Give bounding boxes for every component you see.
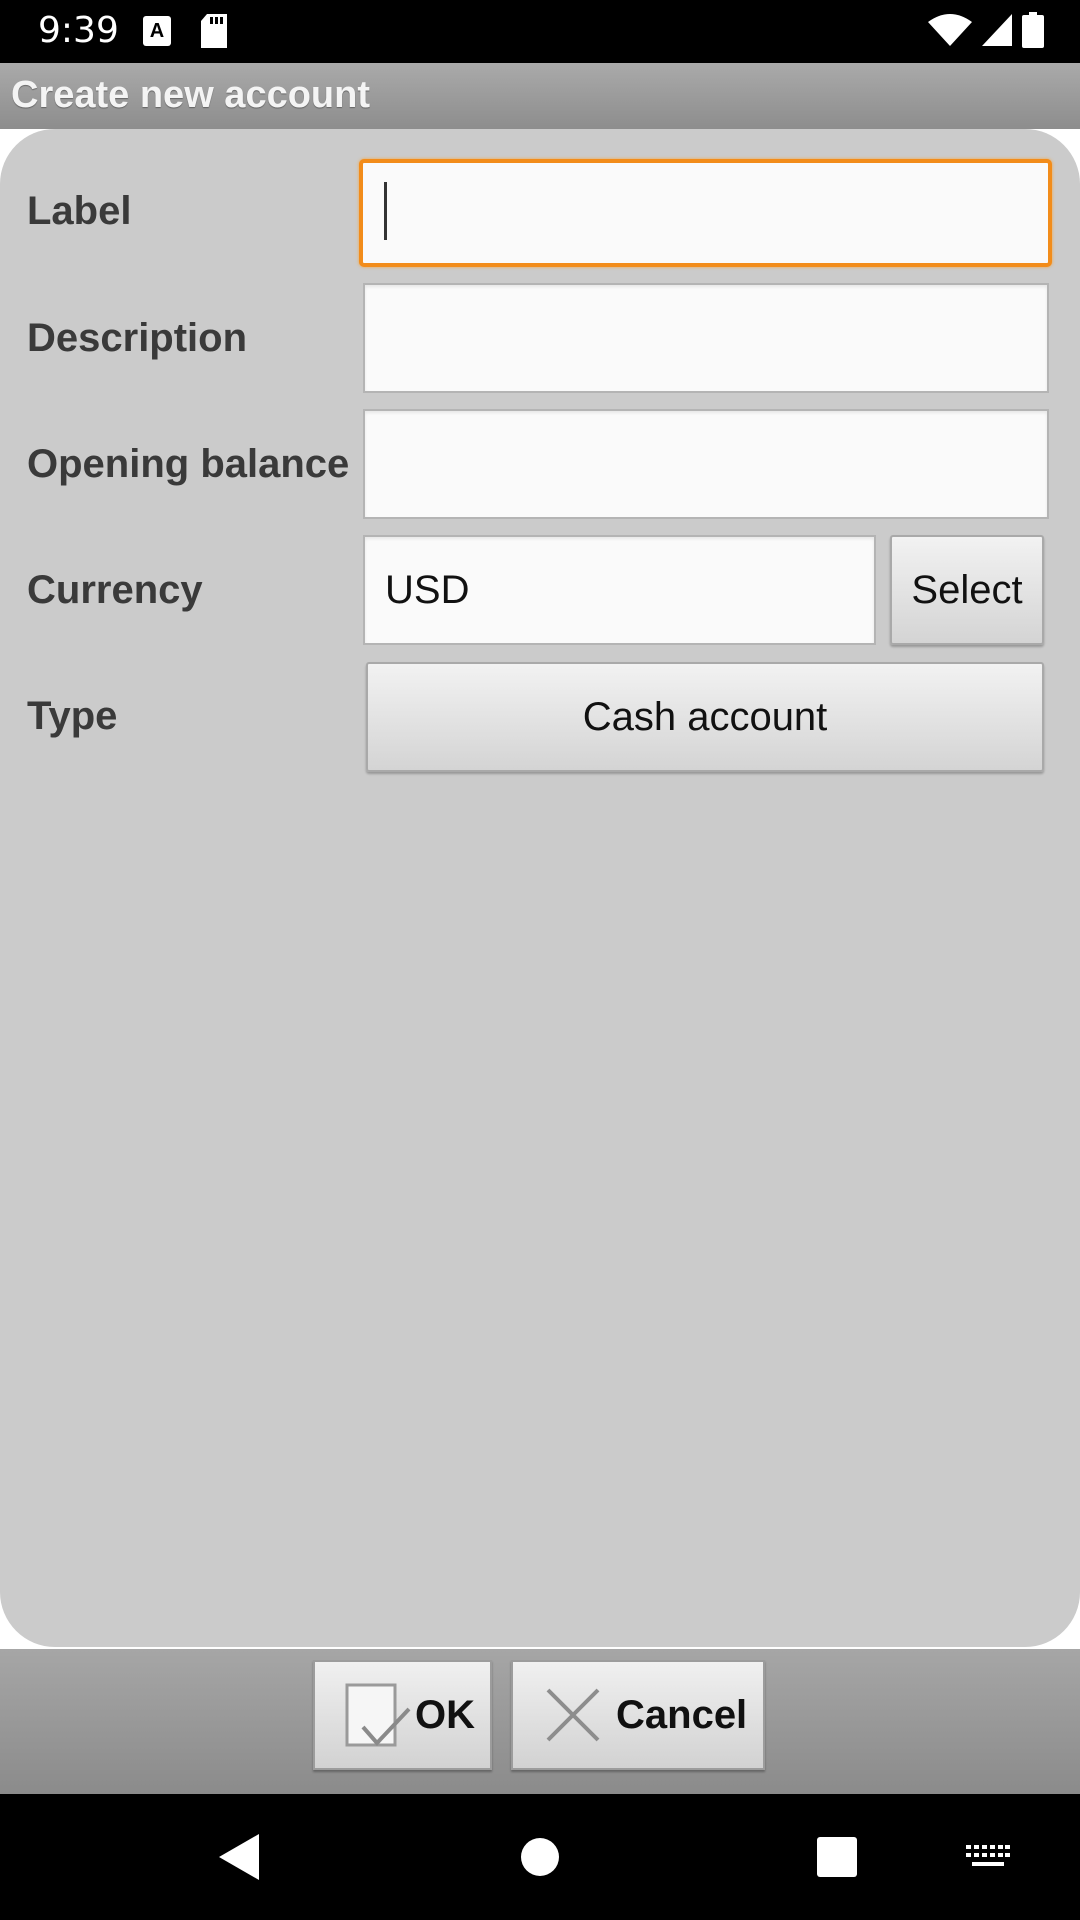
dialog-title-bar: Create new account — [0, 63, 1080, 129]
checkbox-check-icon — [345, 1683, 411, 1747]
type-field-label: Type — [27, 694, 118, 738]
label-field-label: Label — [27, 189, 132, 233]
ok-button[interactable]: OK — [313, 1660, 492, 1770]
font-notification-icon: A — [143, 16, 171, 46]
currency-select-button[interactable]: Select — [890, 535, 1044, 645]
currency-field-label: Currency — [27, 568, 203, 612]
label-input[interactable] — [359, 159, 1052, 267]
cell-signal-icon — [982, 14, 1012, 46]
status-right-icons — [928, 12, 1044, 48]
status-time: 9:39 — [38, 10, 119, 51]
cancel-button[interactable]: Cancel — [511, 1660, 765, 1770]
opening-balance-field-label: Opening balance — [27, 442, 350, 486]
cancel-label: Cancel — [616, 1692, 748, 1737]
back-icon — [219, 1834, 259, 1880]
description-input[interactable] — [363, 283, 1049, 393]
wifi-icon — [928, 14, 972, 46]
sd-card-icon — [201, 14, 227, 48]
text-cursor — [384, 182, 387, 240]
status-bar: 9:39 A — [0, 0, 1080, 63]
system-nav-bar — [0, 1794, 1080, 1920]
ok-label: OK — [415, 1692, 475, 1737]
keyboard-icon — [966, 1845, 1010, 1866]
recents-button[interactable] — [797, 1794, 877, 1920]
recents-icon — [817, 1837, 857, 1877]
currency-input[interactable] — [363, 535, 876, 645]
description-field-label: Description — [27, 316, 248, 360]
home-icon — [521, 1838, 559, 1876]
opening-balance-input[interactable] — [363, 409, 1049, 519]
close-icon — [546, 1688, 600, 1742]
back-button[interactable] — [200, 1794, 280, 1920]
account-type-button[interactable]: Cash account — [366, 662, 1044, 772]
battery-icon — [1022, 12, 1044, 48]
keyboard-switch-button[interactable] — [948, 1794, 1028, 1920]
dialog-title: Create new account — [11, 74, 370, 116]
dialog-button-bar: OK Cancel — [0, 1649, 1080, 1794]
home-button[interactable] — [500, 1794, 580, 1920]
